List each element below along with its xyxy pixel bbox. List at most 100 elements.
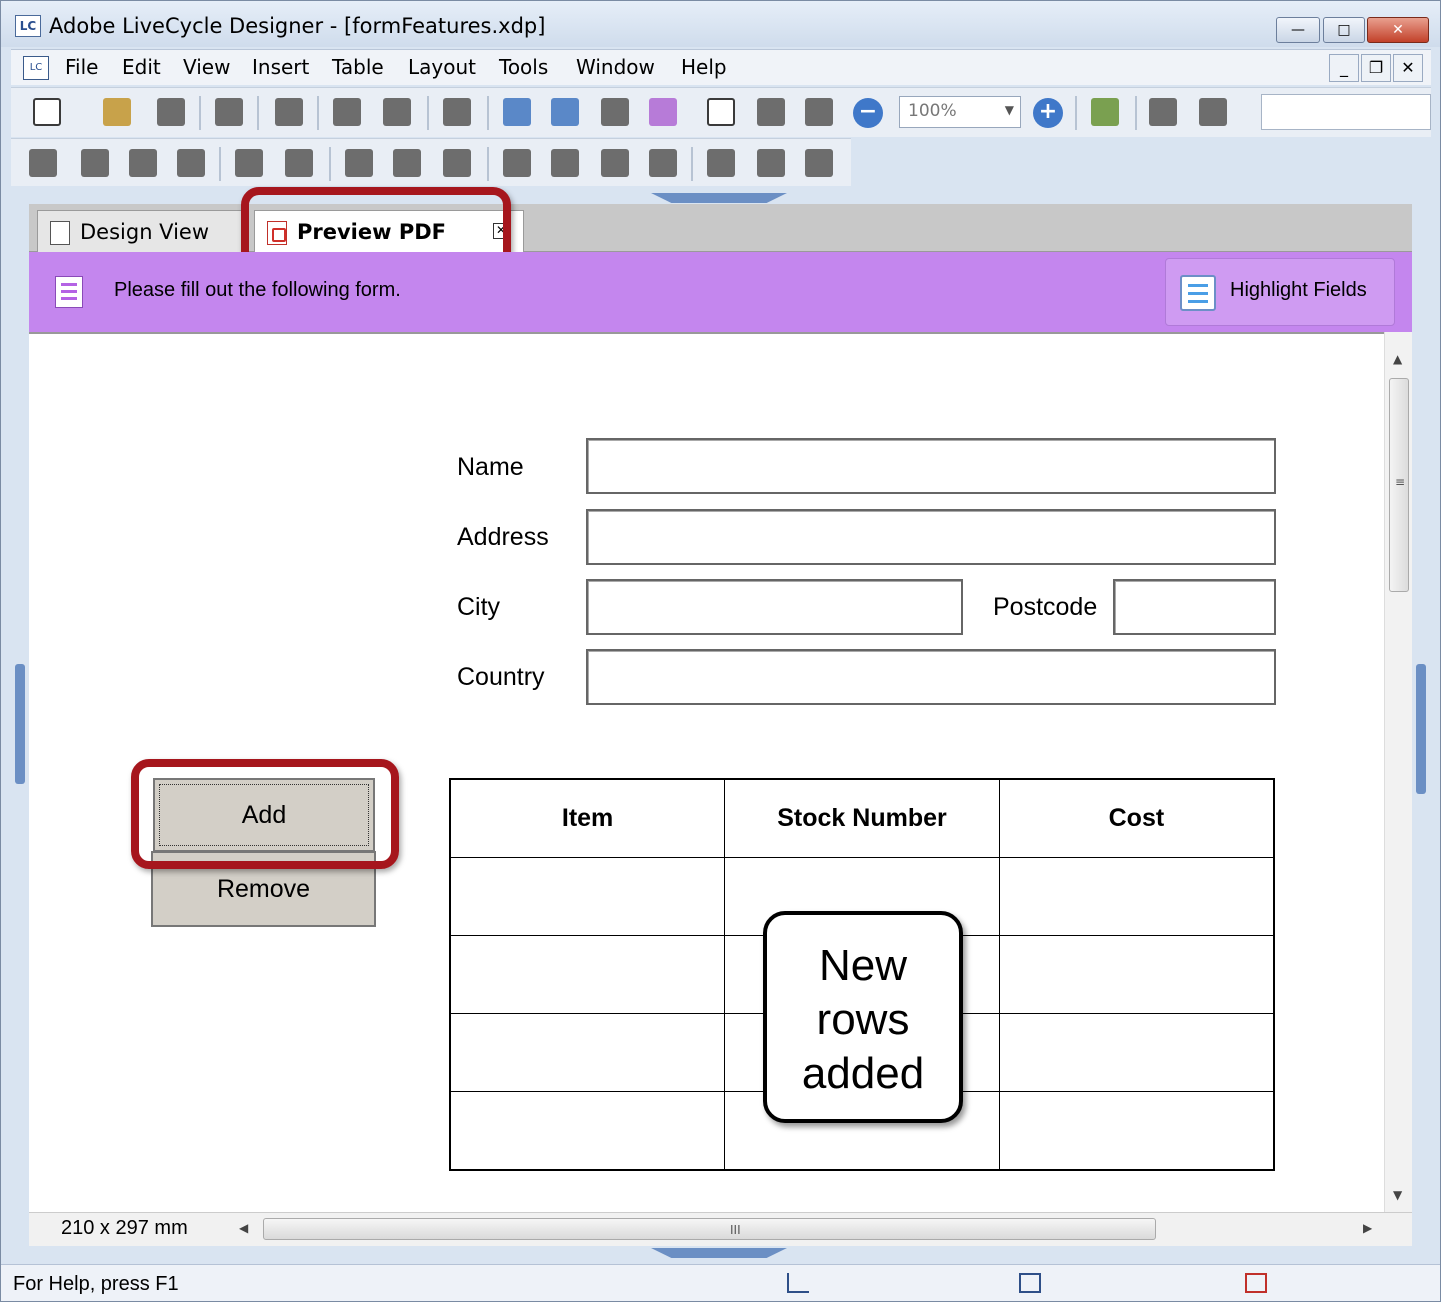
save-icon[interactable] bbox=[157, 98, 185, 126]
align-bottom-icon[interactable] bbox=[177, 149, 205, 177]
scroll-down-icon[interactable]: ▼ bbox=[1393, 1188, 1402, 1202]
library-icon[interactable] bbox=[1199, 98, 1227, 126]
form-properties-icon[interactable] bbox=[649, 98, 677, 126]
distribute-down-icon[interactable] bbox=[393, 149, 421, 177]
align-left-icon[interactable] bbox=[29, 149, 57, 177]
scroll-right-icon[interactable]: ▶ bbox=[1363, 1221, 1372, 1235]
left-panel-gutter bbox=[11, 204, 29, 1246]
palette-icon[interactable] bbox=[1149, 98, 1177, 126]
doc-minimize-button[interactable]: _ bbox=[1329, 54, 1359, 82]
country-label: Country bbox=[457, 663, 545, 691]
view-tab-strip: Design View Preview PDF ✕ bbox=[29, 204, 1412, 252]
menu-insert[interactable]: Insert bbox=[252, 55, 309, 79]
print-icon[interactable] bbox=[215, 98, 243, 126]
undo-icon[interactable] bbox=[333, 98, 361, 126]
bring-to-front-icon[interactable] bbox=[503, 149, 531, 177]
close-button[interactable]: ✕ bbox=[1367, 17, 1429, 43]
align-vcenter-icon[interactable] bbox=[235, 149, 263, 177]
menu-bar: LC File Edit View Insert Table Layout To… bbox=[11, 49, 1431, 85]
window-title: Adobe LiveCycle Designer - [formFeatures… bbox=[49, 14, 546, 38]
postcode-field[interactable] bbox=[1113, 579, 1276, 635]
menu-help[interactable]: Help bbox=[681, 55, 727, 79]
document-menu-icon[interactable]: LC bbox=[23, 56, 49, 80]
livecycle-app-icon: LC bbox=[15, 15, 41, 37]
left-panel-grip[interactable] bbox=[15, 664, 25, 784]
scroll-up-icon[interactable]: ▲ bbox=[1393, 352, 1402, 366]
zoom-in-icon[interactable]: + bbox=[1033, 98, 1063, 128]
vertical-scroll-thumb[interactable]: ≡ bbox=[1389, 378, 1409, 592]
bottom-splitter-handle[interactable] bbox=[651, 1248, 787, 1258]
standard-toolbar: − 100% ▼ + bbox=[11, 87, 1431, 137]
country-field[interactable] bbox=[586, 649, 1276, 705]
table-cell[interactable] bbox=[998, 934, 1275, 1015]
snap-to-grid-icon[interactable] bbox=[551, 98, 579, 126]
menu-view[interactable]: View bbox=[183, 55, 230, 79]
align-hcenter-icon[interactable] bbox=[285, 149, 313, 177]
form-message-bar: Please fill out the following form. High… bbox=[29, 252, 1412, 332]
doc-close-button[interactable]: ✕ bbox=[1393, 54, 1423, 82]
name-field[interactable] bbox=[586, 438, 1276, 494]
check-script-icon[interactable] bbox=[1091, 98, 1119, 126]
center-page-icon[interactable] bbox=[443, 149, 471, 177]
fit-icon[interactable] bbox=[805, 98, 833, 126]
redo-icon[interactable] bbox=[383, 98, 411, 126]
layout-toolbar bbox=[11, 138, 851, 186]
help-hint: For Help, press F1 bbox=[13, 1273, 179, 1295]
menu-file[interactable]: File bbox=[65, 55, 98, 79]
page-frame-icon[interactable] bbox=[707, 98, 735, 126]
menu-window[interactable]: Window bbox=[576, 55, 655, 79]
table-cell[interactable] bbox=[998, 856, 1275, 936]
zoom-value: 100% bbox=[908, 101, 957, 121]
send-backward-icon[interactable] bbox=[601, 149, 629, 177]
layout-icon[interactable] bbox=[757, 98, 785, 126]
table-cell[interactable] bbox=[998, 1013, 1275, 1093]
align-top-icon[interactable] bbox=[129, 149, 157, 177]
send-to-back-icon[interactable] bbox=[649, 149, 677, 177]
menu-edit[interactable]: Edit bbox=[122, 55, 161, 79]
scroll-left-icon[interactable]: ◀ bbox=[239, 1221, 248, 1235]
maximize-button[interactable]: □ bbox=[1323, 17, 1365, 43]
table-cell[interactable] bbox=[449, 1091, 726, 1171]
page-icon bbox=[50, 221, 70, 245]
align-right-icon[interactable] bbox=[81, 149, 109, 177]
open-folder-icon[interactable] bbox=[103, 98, 131, 126]
grid-icon[interactable] bbox=[503, 98, 531, 126]
city-field[interactable] bbox=[586, 579, 963, 635]
table-cell[interactable] bbox=[449, 1013, 726, 1093]
right-panel-grip[interactable] bbox=[1416, 664, 1426, 794]
tab-design-view[interactable]: Design View bbox=[37, 210, 242, 252]
menu-table[interactable]: Table bbox=[332, 55, 384, 79]
same-height-icon[interactable] bbox=[757, 149, 785, 177]
menu-tools[interactable]: Tools bbox=[499, 55, 548, 79]
page-size-indicator: 210 x 297 mm bbox=[61, 1217, 188, 1239]
column-header-cost: Cost bbox=[998, 778, 1275, 858]
bring-forward-icon[interactable] bbox=[551, 149, 579, 177]
postcode-label: Postcode bbox=[993, 593, 1098, 621]
same-width-icon[interactable] bbox=[707, 149, 735, 177]
menu-layout[interactable]: Layout bbox=[408, 55, 476, 79]
minimize-button[interactable]: — bbox=[1276, 17, 1320, 43]
address-field[interactable] bbox=[586, 509, 1276, 565]
column-header-item: Item bbox=[449, 778, 726, 858]
vertical-scrollbar[interactable]: ▲ ≡ ▼ bbox=[1384, 332, 1412, 1212]
doc-restore-button[interactable]: ❐ bbox=[1361, 54, 1391, 82]
toolbar-splitter-handle[interactable] bbox=[651, 193, 787, 203]
highlight-fields-label: Highlight Fields bbox=[1230, 279, 1367, 301]
new-document-icon[interactable] bbox=[33, 98, 61, 126]
zoom-select[interactable]: 100% ▼ bbox=[899, 96, 1021, 128]
toolbar-search-field[interactable] bbox=[1261, 94, 1431, 130]
distribute-across-icon[interactable] bbox=[345, 149, 373, 177]
find-icon[interactable] bbox=[443, 98, 471, 126]
table-cell[interactable] bbox=[449, 856, 726, 936]
highlight-fields-button[interactable]: Highlight Fields bbox=[1165, 258, 1395, 326]
zoom-out-icon[interactable]: − bbox=[853, 98, 883, 128]
horizontal-scroll-thumb[interactable]: III bbox=[263, 1218, 1156, 1240]
same-size-icon[interactable] bbox=[805, 149, 833, 177]
title-bar: LC Adobe LiveCycle Designer - [formFeatu… bbox=[1, 1, 1440, 47]
table-cell[interactable] bbox=[998, 1091, 1275, 1171]
table-cell[interactable] bbox=[449, 934, 726, 1015]
horizontal-scrollbar[interactable]: ◀ III ▶ bbox=[235, 1215, 1385, 1243]
tools-icon[interactable] bbox=[601, 98, 629, 126]
table-header-row: Item Stock Number Cost bbox=[449, 778, 1275, 858]
cut-icon[interactable] bbox=[275, 98, 303, 126]
